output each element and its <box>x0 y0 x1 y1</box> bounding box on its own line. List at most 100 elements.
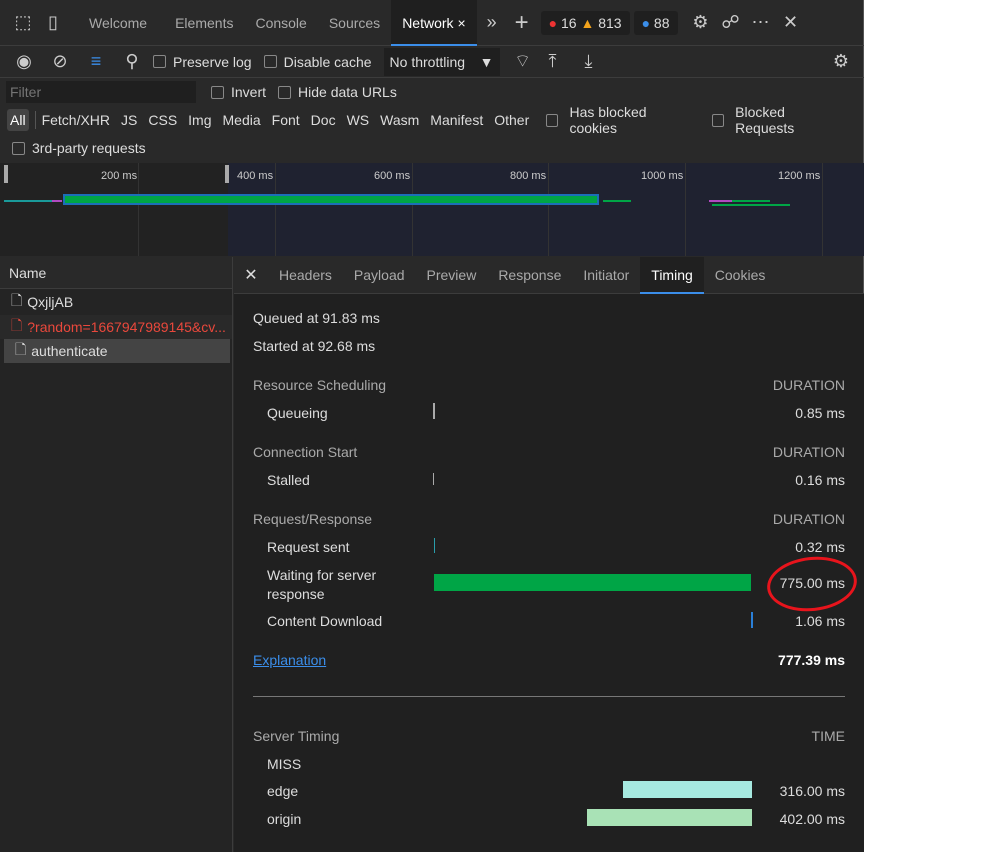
tab-sources[interactable]: Sources <box>318 0 391 46</box>
type-doc[interactable]: Doc <box>311 112 336 128</box>
stalled-bar <box>433 473 434 485</box>
network-settings-icon[interactable]: ⚙ <box>826 51 856 72</box>
tab-headers[interactable]: Headers <box>268 257 343 294</box>
overview-left-handle[interactable] <box>4 165 8 183</box>
preserve-log-checkbox[interactable]: Preserve log <box>153 54 252 70</box>
add-tab-icon[interactable]: + <box>507 9 537 37</box>
request-row[interactable]: 🗋 QxjljAB <box>0 289 232 315</box>
overview-right-handle[interactable] <box>225 165 229 183</box>
filter-input[interactable] <box>6 81 196 103</box>
type-img[interactable]: Img <box>188 112 211 128</box>
tick-label: 800 ms <box>510 170 547 182</box>
tab-preview[interactable]: Preview <box>416 257 488 294</box>
type-fetch-xhr[interactable]: Fetch/XHR <box>42 112 110 128</box>
file-icon: 🗋 <box>11 292 23 308</box>
third-party-checkbox[interactable]: 3rd-party requests <box>12 140 146 156</box>
type-font[interactable]: Font <box>272 112 300 128</box>
waiting-label: Waiting for server response <box>267 567 377 602</box>
throttling-select[interactable]: No throttling ▼ <box>383 47 500 76</box>
network-overview[interactable]: 200 ms 400 ms 600 ms 800 ms 1000 ms 1200… <box>0 163 864 256</box>
type-media[interactable]: Media <box>223 112 261 128</box>
clear-icon[interactable]: ⊘ <box>45 51 75 72</box>
export-har-icon[interactable]: ⤓ <box>574 51 604 72</box>
server-timing-heading: Server Timing <box>253 728 340 744</box>
type-filters: All Fetch/XHR JS CSS Img Media Font Doc … <box>7 104 863 136</box>
inspect-icon[interactable]: ⬚ <box>8 12 38 33</box>
disable-cache-checkbox[interactable]: Disable cache <box>263 54 372 70</box>
tab-elements[interactable]: Elements <box>164 0 244 46</box>
warning-icon: ▲ <box>580 14 595 31</box>
type-js[interactable]: JS <box>121 112 137 128</box>
type-ws[interactable]: WS <box>347 112 370 128</box>
request-sent-bar <box>434 538 435 553</box>
origin-bar <box>587 809 752 826</box>
name-column-header[interactable]: Name <box>0 257 232 289</box>
invert-label: Invert <box>231 84 267 100</box>
tab-welcome[interactable]: Welcome <box>78 0 158 46</box>
queueing-value: 0.85 ms <box>795 405 845 421</box>
connection-start-heading: Connection Start <box>253 444 358 460</box>
error-icon: ● <box>548 14 558 31</box>
feedback-icon[interactable]: ☍ <box>716 12 746 33</box>
overview-bar <box>712 204 790 206</box>
search-icon[interactable]: ⚲ <box>117 51 147 72</box>
request-row[interactable]: 🗋 ?random=1667947989145&cv... <box>0 315 232 339</box>
request-response-heading: Request/Response <box>253 511 373 527</box>
type-wasm[interactable]: Wasm <box>380 112 419 128</box>
tab-network[interactable]: Network × <box>391 0 477 46</box>
filter-icon[interactable]: ≡ <box>81 51 111 72</box>
content-download-bar <box>751 612 753 628</box>
warning-count: 813 <box>598 14 622 31</box>
divider <box>253 696 845 697</box>
hide-data-urls-label: Hide data URLs <box>298 84 397 100</box>
tab-timing[interactable]: Timing <box>640 256 704 294</box>
more-options-icon[interactable]: ⋯ <box>746 12 776 33</box>
tab-payload[interactable]: Payload <box>343 257 416 294</box>
overview-bar <box>52 200 62 202</box>
network-conditions-icon[interactable]: ⌔ <box>508 50 538 73</box>
settings-icon[interactable]: ⚙ <box>686 12 716 33</box>
stalled-value: 0.16 ms <box>795 472 845 488</box>
hide-data-urls-checkbox[interactable]: Hide data URLs <box>278 84 397 100</box>
tab-response[interactable]: Response <box>487 257 572 294</box>
tick-label: 200 ms <box>101 170 138 182</box>
queueing-label: Queueing <box>267 405 328 421</box>
timing-panel: Queued at 91.83 ms Started at 92.68 ms R… <box>234 294 864 852</box>
resource-scheduling-heading: Resource Scheduling <box>253 377 387 393</box>
type-all[interactable]: All <box>7 109 29 131</box>
queueing-bar <box>433 403 435 419</box>
time-heading: TIME <box>811 728 845 744</box>
import-har-icon[interactable]: ⤒ <box>538 51 568 72</box>
request-name: authenticate <box>31 343 108 359</box>
type-manifest[interactable]: Manifest <box>430 112 483 128</box>
request-list: Name 🗋 QxjljAB 🗋 ?random=1667947989145&cv.… <box>0 257 233 852</box>
blocked-requests-checkbox[interactable]: Blocked Requests <box>711 104 851 136</box>
device-icon[interactable]: ▯ <box>38 12 68 33</box>
issues-badge[interactable]: ● 88 <box>633 10 678 35</box>
request-row-selected[interactable]: 🗋 authenticate <box>4 339 230 363</box>
invert-checkbox[interactable]: Invert <box>211 84 266 100</box>
type-other[interactable]: Other <box>494 112 529 128</box>
tab-cookies[interactable]: Cookies <box>704 257 777 294</box>
tab-initiator[interactable]: Initiator <box>572 257 640 294</box>
miss-label: MISS <box>267 756 302 772</box>
tab-bar: ⬚ ▯ Welcome Elements Console Sources Net… <box>0 0 864 46</box>
dropdown-icon: ▼ <box>479 53 494 70</box>
error-warning-badge[interactable]: ● 16 ▲ 813 <box>540 10 630 35</box>
request-sent-value: 0.32 ms <box>795 539 845 555</box>
close-tab-icon[interactable]: × <box>457 15 465 31</box>
has-blocked-cookies-checkbox[interactable]: Has blocked cookies <box>546 104 700 136</box>
record-icon[interactable]: ◉ <box>9 51 39 72</box>
type-css[interactable]: CSS <box>148 112 177 128</box>
tab-network-label: Network <box>402 14 454 31</box>
preserve-log-label: Preserve log <box>173 53 252 70</box>
close-devtools-icon[interactable]: ✕ <box>776 12 806 33</box>
close-details-icon[interactable]: ✕ <box>234 265 268 285</box>
more-tabs-icon[interactable]: » <box>477 12 507 33</box>
explanation-link[interactable]: Explanation <box>253 652 326 668</box>
file-icon: 🗋 <box>15 341 27 357</box>
network-toolbar: ◉ ⊘ ≡ ⚲ Preserve log Disable cache No th… <box>0 46 864 78</box>
tab-console[interactable]: Console <box>244 0 317 46</box>
waiting-bar <box>434 574 751 591</box>
tick-label: 1200 ms <box>778 170 821 182</box>
